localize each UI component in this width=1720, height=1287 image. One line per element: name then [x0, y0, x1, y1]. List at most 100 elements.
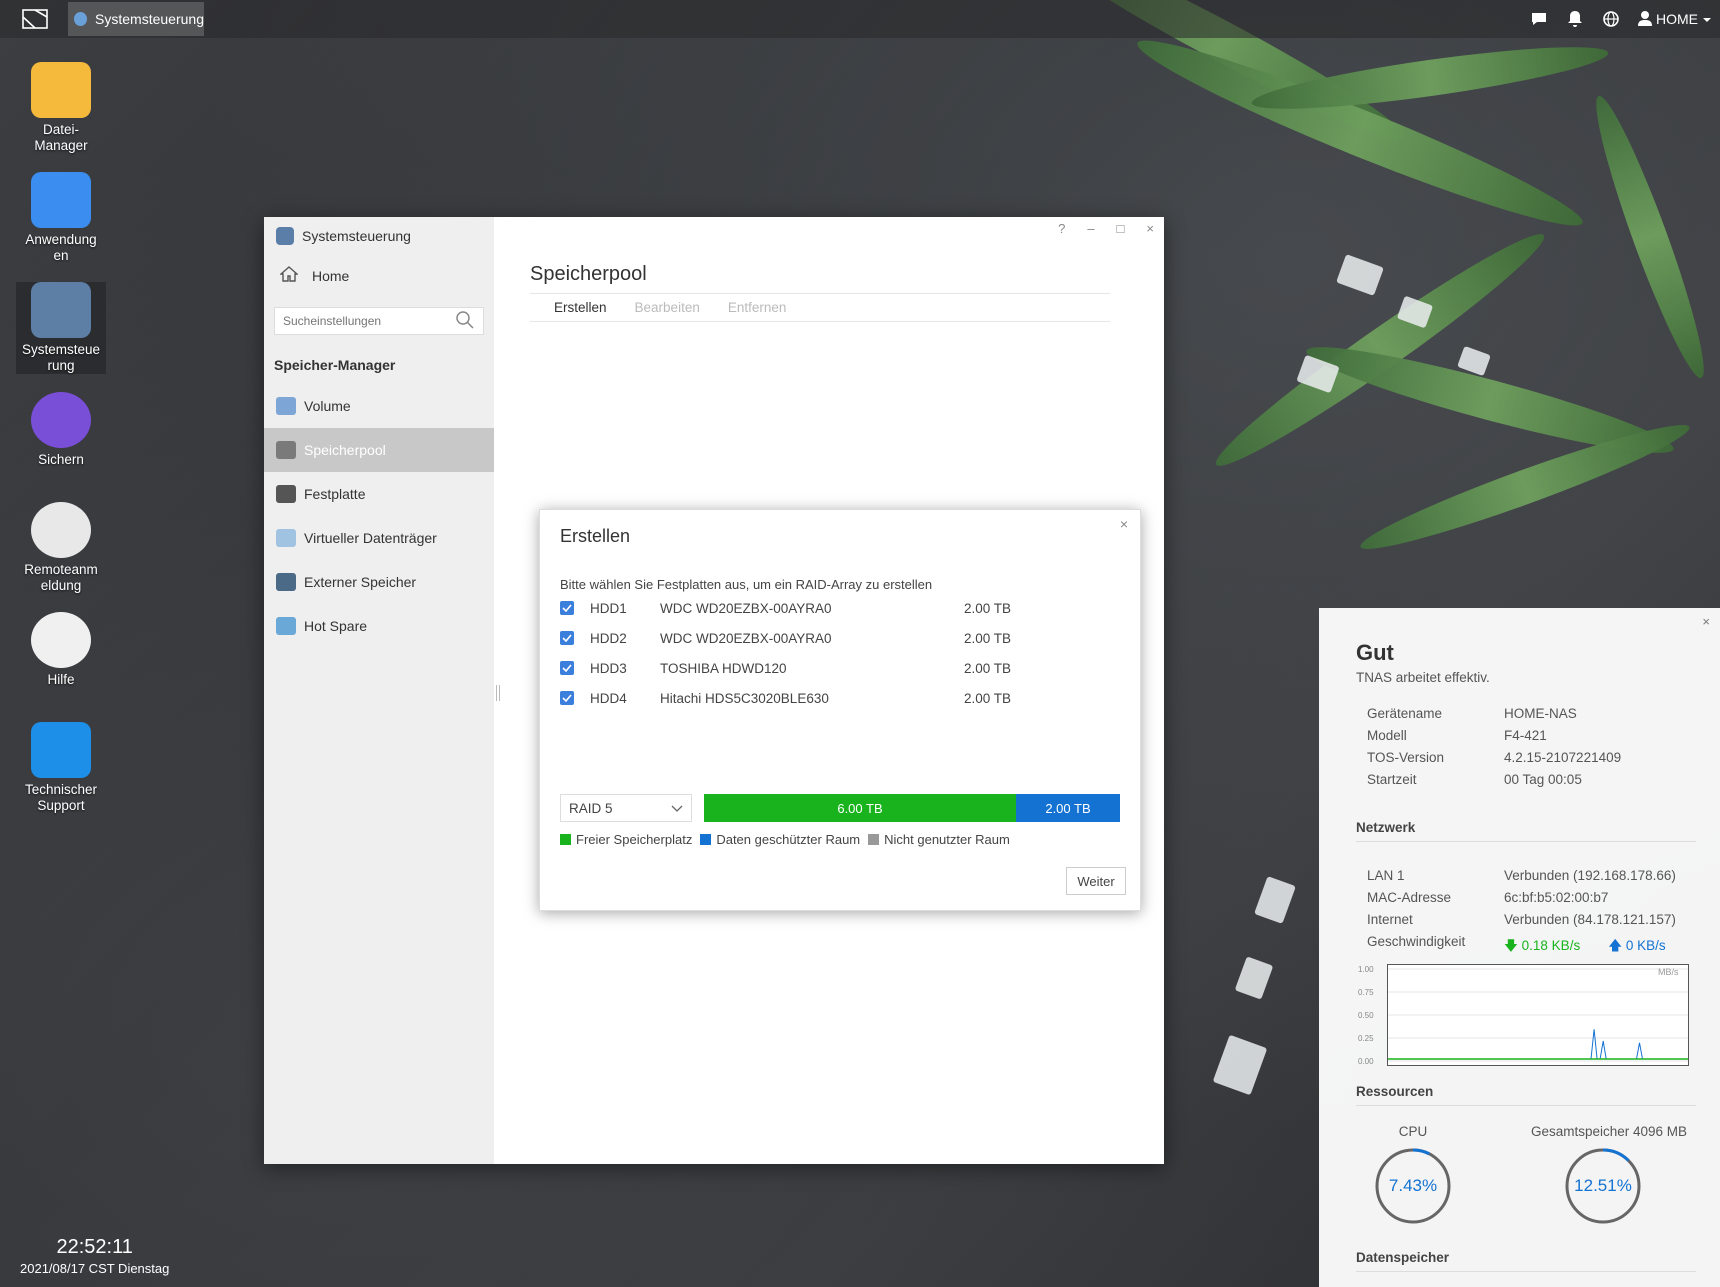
info-value: F4-421	[1504, 728, 1547, 743]
info-value: Verbunden (192.168.178.66)	[1504, 868, 1676, 883]
sidebar-item-festplatte[interactable]: Festplatte	[264, 472, 494, 516]
desktop-icon[interactable]: Technischer Support	[16, 722, 106, 814]
info-row: TOS-Version 4.2.15-2107221409	[1367, 750, 1707, 765]
disk-name: HDD4	[590, 690, 627, 706]
maximize-button[interactable]: □	[1117, 221, 1125, 236]
dialog-instruction: Bitte wählen Sie Festplatten aus, um ein…	[560, 577, 933, 592]
help-icon	[31, 612, 91, 668]
tab-bearbeiten[interactable]: Bearbeiten	[635, 300, 700, 315]
toolbar-tabs: Erstellen Bearbeiten Entfernen	[530, 293, 1110, 322]
hot-spare-icon	[276, 617, 296, 635]
info-row: Modell F4-421	[1367, 728, 1707, 743]
speed-values: 🡇 0.18 KB/s 🡅 0 KB/s	[1504, 936, 1666, 959]
legend-swatch	[700, 834, 712, 845]
sidebar-item-home[interactable]: Home	[279, 265, 350, 286]
disk-size: 2.00 TB	[964, 660, 1012, 676]
home-icon	[279, 265, 299, 286]
desktop-icon-label: Remoteanm eldung	[24, 562, 98, 593]
desktop-clock: 22:52:11 2021/08/17 CST Dienstag	[20, 1236, 169, 1276]
y-tick-label: 0.25	[1358, 1034, 1374, 1043]
system-status-widget: × Gut TNAS arbeitet effektiv. Gerätename…	[1319, 608, 1720, 1287]
user-name: HOME	[1656, 11, 1698, 27]
taskbar-item-systemsteuerung[interactable]: Systemsteuerung	[68, 2, 204, 36]
disk-row: HDD1 WDC WD20EZBX-00AYRA0 2.00 TB	[560, 596, 1020, 620]
info-row: Internet Verbunden (84.178.121.157)	[1367, 912, 1707, 927]
help-button[interactable]: ?	[1058, 221, 1065, 236]
storage-pool-icon	[276, 441, 296, 459]
free-space-segment: 6.00 TB	[704, 794, 1016, 822]
disk-row: HDD2 WDC WD20EZBX-00AYRA0 2.00 TB	[560, 626, 1020, 650]
start-menu-button[interactable]	[18, 6, 52, 32]
disk-checkbox[interactable]	[560, 661, 574, 675]
desktop-icon[interactable]: Datei- Manager	[16, 62, 106, 154]
legend-label: Daten geschützter Raum	[716, 832, 861, 847]
desktop-icon[interactable]: Sichern	[16, 392, 106, 468]
cpu-gauge: 7.43%	[1373, 1146, 1453, 1226]
bell-icon[interactable]	[1566, 10, 1584, 28]
legend-item: Nicht genutzter Raum	[868, 832, 1010, 847]
desktop-icon[interactable]: Systemsteue rung	[16, 282, 106, 374]
sidebar-item-label: Hot Spare	[304, 618, 368, 634]
y-tick-label: 0.00	[1358, 1057, 1374, 1066]
desktop-icon[interactable]: Anwendung en	[16, 172, 106, 264]
disk-checkbox[interactable]	[560, 601, 574, 615]
page-title: Speicherpool	[530, 263, 647, 285]
close-button[interactable]: ×	[1146, 221, 1154, 236]
desktop-icon[interactable]: Remoteanm eldung	[16, 502, 106, 594]
window-title-text: Systemsteuerung	[302, 228, 411, 244]
disk-model: WDC WD20EZBX-00AYRA0	[660, 600, 832, 616]
search-icon[interactable]	[455, 310, 475, 333]
dialog-close-button[interactable]: ×	[1120, 516, 1128, 532]
chat-icon[interactable]	[1530, 10, 1548, 28]
resources-section-title: Ressourcen	[1356, 1084, 1696, 1106]
sidebar-item-speicherpool[interactable]: Speicherpool	[264, 428, 494, 472]
sidebar-item-label: Home	[312, 267, 350, 284]
search-input[interactable]	[275, 313, 455, 329]
next-button[interactable]: Weiter	[1066, 867, 1126, 895]
info-key: Startzeit	[1367, 772, 1417, 787]
widget-close-button[interactable]: ×	[1702, 614, 1710, 629]
raid-level-select[interactable]: RAID 5	[560, 794, 692, 822]
sidebar-item-label: Externer Speicher	[304, 574, 417, 590]
legend-swatch	[560, 834, 571, 845]
arrow-down-icon: 🡇	[1504, 938, 1518, 953]
storage-section-title: Datenspeicher	[1356, 1250, 1696, 1272]
sidebar-item-hot-spare[interactable]: Hot Spare	[264, 604, 494, 648]
tab-erstellen[interactable]: Erstellen	[554, 300, 607, 315]
sidebar-item-label: Speicherpool	[304, 442, 386, 458]
user-menu[interactable]: HOME	[1638, 10, 1712, 29]
sidebar: Systemsteuerung Home Speicher-Manager Vo…	[264, 217, 494, 1164]
desktop-icon-label: Anwendung en	[25, 232, 97, 263]
window-title: Systemsteuerung	[276, 227, 411, 245]
sidebar-item-externer-speicher[interactable]: Externer Speicher	[264, 560, 494, 604]
info-key: LAN 1	[1367, 868, 1405, 883]
sidebar-item-label: Volume	[304, 398, 351, 414]
capacity-legend: Freier Speicherplatz Daten geschützter Ra…	[560, 832, 1018, 847]
disk-checkbox[interactable]	[560, 691, 574, 705]
legend-item: Freier Speicherplatz	[560, 832, 692, 847]
disk-checkbox[interactable]	[560, 631, 574, 645]
disk-size: 2.00 TB	[964, 630, 1012, 646]
info-value: 6c:bf:b5:02:00:b7	[1504, 890, 1609, 905]
create-pool-dialog: Erstellen × Bitte wählen Sie Festplatten…	[539, 509, 1141, 911]
minimize-button[interactable]: –	[1087, 221, 1094, 236]
window-controls: ? – □ ×	[1058, 221, 1154, 236]
sidebar-item-virtueller-datentr-ger[interactable]: Virtueller Datenträger	[264, 516, 494, 560]
globe-icon[interactable]	[1602, 10, 1620, 28]
graph-unit-label: MB/s	[1658, 967, 1679, 977]
download-speed: 🡇 0.18 KB/s	[1504, 936, 1580, 959]
sidebar-section-title: Speicher-Manager	[274, 357, 396, 373]
resize-handle[interactable]	[496, 685, 500, 701]
desktop-icon[interactable]: Hilfe	[16, 612, 106, 688]
remote-cloud-icon	[31, 502, 91, 558]
cpu-value: 7.43%	[1388, 1176, 1438, 1195]
tab-entfernen[interactable]: Entfernen	[728, 300, 787, 315]
sidebar-item-volume[interactable]: Volume	[264, 384, 494, 428]
capacity-bar: 6.00 TB 2.00 TB	[704, 794, 1120, 822]
raid-level-value: RAID 5	[569, 800, 613, 816]
speed-label: Geschwindigkeit	[1367, 934, 1466, 949]
info-value: 00 Tag 00:05	[1504, 772, 1582, 787]
taskbar: Systemsteuerung HOME	[0, 0, 1720, 38]
upload-speed: 🡅 0 KB/s	[1608, 936, 1665, 959]
control-panel-icon	[276, 227, 294, 245]
